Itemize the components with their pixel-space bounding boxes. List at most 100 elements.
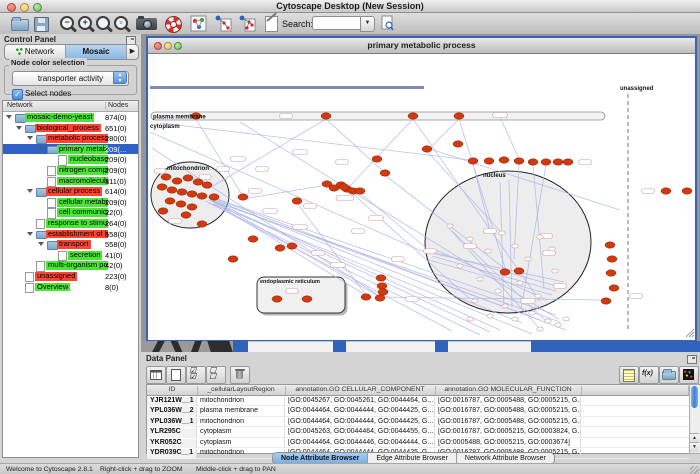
table-cell[interactable]: [GO:0044464, GO:0044446, GO:0044444, G..… (285, 439, 435, 449)
small-network-node[interactable] (529, 311, 535, 315)
network-node[interactable] (528, 159, 538, 165)
network-node[interactable] (553, 159, 563, 165)
small-network-node[interactable] (495, 289, 501, 293)
network-node[interactable] (605, 242, 615, 248)
network-node[interactable] (468, 158, 478, 164)
node-label-pill[interactable] (424, 249, 437, 254)
network-node[interactable] (454, 113, 464, 119)
small-network-node[interactable] (563, 317, 569, 321)
table-cell[interactable]: [GO:0016787, GO:0005488, GO:0005215, G..… (435, 418, 581, 428)
small-network-node[interactable] (477, 277, 483, 281)
small-network-node[interactable] (485, 249, 491, 253)
tree-row-metabolic-process[interactable]: metabolic process280(0) (3, 133, 138, 144)
network-node[interactable] (158, 208, 168, 214)
node-label-pill[interactable] (554, 284, 567, 289)
tree-row-establishment-of-lo[interactable]: establishment of lo558(0) (3, 229, 138, 240)
column-header[interactable]: _cellularLayoutRegion (197, 386, 286, 395)
table-cell[interactable]: [GO:0005488, GO:0005215, GO:0003674] (435, 439, 581, 449)
select-all-attributes-icon[interactable]: ☑☑ (186, 366, 206, 384)
table-cell[interactable]: mitochondrion (197, 418, 285, 428)
search-input[interactable] (312, 16, 363, 30)
small-network-node[interactable] (487, 314, 493, 318)
node-label-pill[interactable] (392, 257, 405, 262)
scroll-down-icon[interactable]: ▼ (690, 442, 699, 452)
small-network-node[interactable] (467, 317, 473, 321)
small-network-node[interactable] (549, 247, 555, 251)
small-network-node[interactable] (512, 317, 518, 321)
network-node[interactable] (167, 187, 177, 193)
save-session-icon[interactable] (32, 15, 52, 32)
network-node[interactable] (376, 275, 386, 281)
network-node[interactable] (682, 188, 692, 194)
import-attributes-folder-icon[interactable] (659, 366, 679, 384)
tree-row-unassigned[interactable]: unassigned223(0) (3, 271, 138, 282)
background-window[interactable] (248, 341, 333, 352)
network-node[interactable] (272, 296, 282, 302)
network-node[interactable] (361, 294, 371, 300)
node-label-pill[interactable] (231, 157, 246, 162)
node-color-dropdown-arrows-icon[interactable]: ▲▼ (113, 71, 127, 84)
network-node[interactable] (275, 245, 285, 251)
table-cell[interactable]: YLR295C (147, 428, 197, 438)
network-node[interactable] (355, 188, 365, 194)
network-node[interactable] (422, 146, 432, 152)
table-cell[interactable]: [GO:0044464, GO:0044444, GO:0044425, G..… (285, 407, 435, 417)
table-cell[interactable]: YKR052C (147, 439, 197, 449)
table-cell[interactable]: [GO:0045267, GO:0045261, GO:0044464, G..… (285, 397, 435, 407)
tab-mosaic[interactable]: Mosaic (66, 45, 127, 59)
attribute-list-icon[interactable] (619, 366, 639, 384)
network-node[interactable] (202, 182, 212, 188)
network-node[interactable] (228, 256, 238, 262)
network-node[interactable] (380, 170, 390, 176)
node-label-pill[interactable] (484, 229, 497, 234)
small-network-node[interactable] (545, 319, 551, 323)
expand-triangle-icon[interactable] (27, 189, 33, 193)
node-label-pill[interactable] (630, 294, 643, 299)
delete-attribute-trash-icon[interactable] (230, 366, 250, 384)
network-node[interactable] (187, 191, 197, 197)
node-label-pill[interactable] (352, 229, 365, 234)
node-label-pill[interactable] (336, 196, 354, 201)
table-cell[interactable]: YPL036W__2 (147, 407, 197, 417)
small-network-node[interactable] (535, 294, 541, 298)
select-attributes-icon[interactable] (146, 366, 166, 384)
network-node[interactable] (161, 174, 171, 180)
zoom-in-icon[interactable]: + (76, 15, 96, 32)
network-node[interactable] (372, 156, 382, 162)
zoom-fit-icon[interactable] (94, 15, 114, 32)
table-cell[interactable]: [GO:0016787, GO:0005215, GO:0003824, G..… (435, 428, 581, 438)
small-network-node[interactable] (457, 264, 463, 268)
network-node[interactable] (377, 283, 387, 289)
network-node[interactable] (453, 141, 463, 147)
node-label-pill[interactable] (464, 244, 477, 249)
node-label-pill[interactable] (263, 209, 278, 214)
node-label-pill[interactable] (154, 169, 166, 174)
small-network-node[interactable] (447, 224, 453, 228)
table-row[interactable]: YJR121W__1mitochondrion[GO:0045267, GO:0… (147, 396, 689, 407)
table-cell[interactable]: [GO:0045263, GO:0044464, GO:0044455, G..… (285, 428, 435, 438)
select-nodes-checkbox[interactable]: ✓ (12, 89, 23, 100)
node-label-pill[interactable] (256, 167, 269, 172)
network-node[interactable] (157, 184, 167, 190)
expand-triangle-icon[interactable] (27, 232, 33, 236)
small-network-node[interactable] (467, 237, 473, 241)
network-node[interactable] (601, 298, 611, 304)
function-builder-icon[interactable]: f(x) (639, 366, 659, 384)
tree-row-secretion[interactable]: secretion41(0) (3, 250, 138, 261)
network-node[interactable] (661, 188, 671, 194)
expand-triangle-icon[interactable] (38, 147, 44, 151)
tree-row-cellular-metabo[interactable]: cellular metabo209(0) (3, 197, 138, 208)
tree-row-biological-process[interactable]: biological_process651(0) (3, 123, 138, 134)
network-merge-icon[interactable] (238, 15, 258, 32)
table-row[interactable]: YKR052Ccytoplasm[GO:0044464, GO:0044446,… (147, 438, 689, 449)
tab-network[interactable]: Network (5, 45, 66, 59)
snapshot-camera-icon[interactable] (136, 15, 156, 32)
network-node[interactable] (183, 175, 193, 181)
table-row[interactable]: YLR295Ccytoplasm[GO:0045263, GO:0044464,… (147, 427, 689, 438)
network-node[interactable] (181, 212, 191, 218)
small-network-node[interactable] (537, 235, 543, 239)
network-node[interactable] (197, 221, 207, 227)
search-dropdown-icon[interactable]: ▼ (360, 16, 375, 32)
table-cell[interactable]: plasma membrane (197, 407, 285, 417)
network-node[interactable] (378, 289, 388, 295)
